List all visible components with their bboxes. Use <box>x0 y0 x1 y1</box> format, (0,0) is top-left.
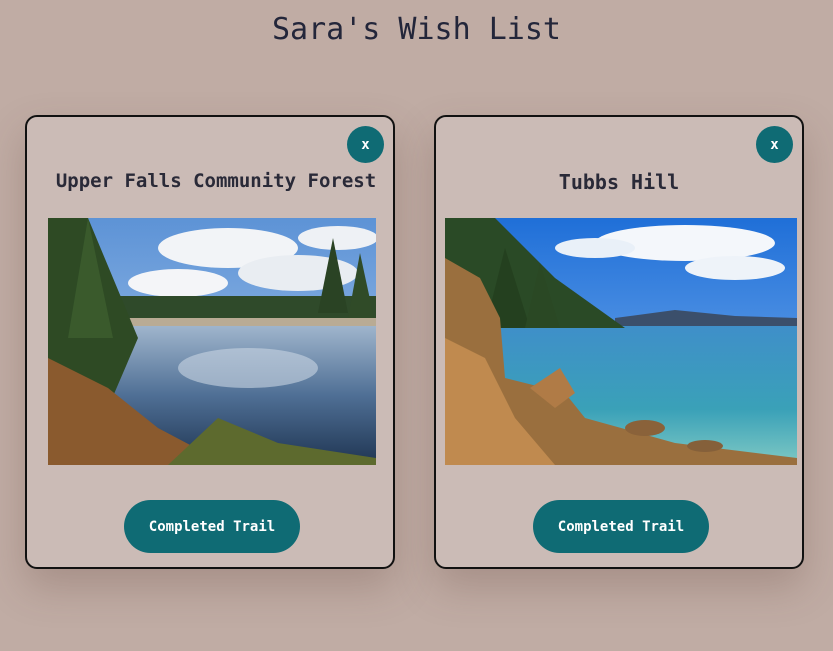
trail-photo <box>48 218 376 465</box>
card-title: Tubbs Hill <box>558 170 680 194</box>
remove-card-button[interactable]: x <box>756 126 793 163</box>
wish-card-tubbs-hill: x Tubbs Hill Completed Trail <box>434 115 804 569</box>
lake-shoreline-photo-icon <box>445 218 797 465</box>
page-title: Sara's Wish List <box>272 12 561 47</box>
card-title: Upper Falls Community Forest <box>55 170 377 192</box>
completed-trail-button[interactable]: Completed Trail <box>124 500 300 553</box>
trail-photo <box>445 218 797 465</box>
completed-trail-button[interactable]: Completed Trail <box>533 500 709 553</box>
forest-river-photo-icon <box>48 218 376 465</box>
remove-card-button[interactable]: x <box>347 126 384 163</box>
wish-card-upper-falls: x Upper Falls Community Forest Completed… <box>25 115 395 569</box>
